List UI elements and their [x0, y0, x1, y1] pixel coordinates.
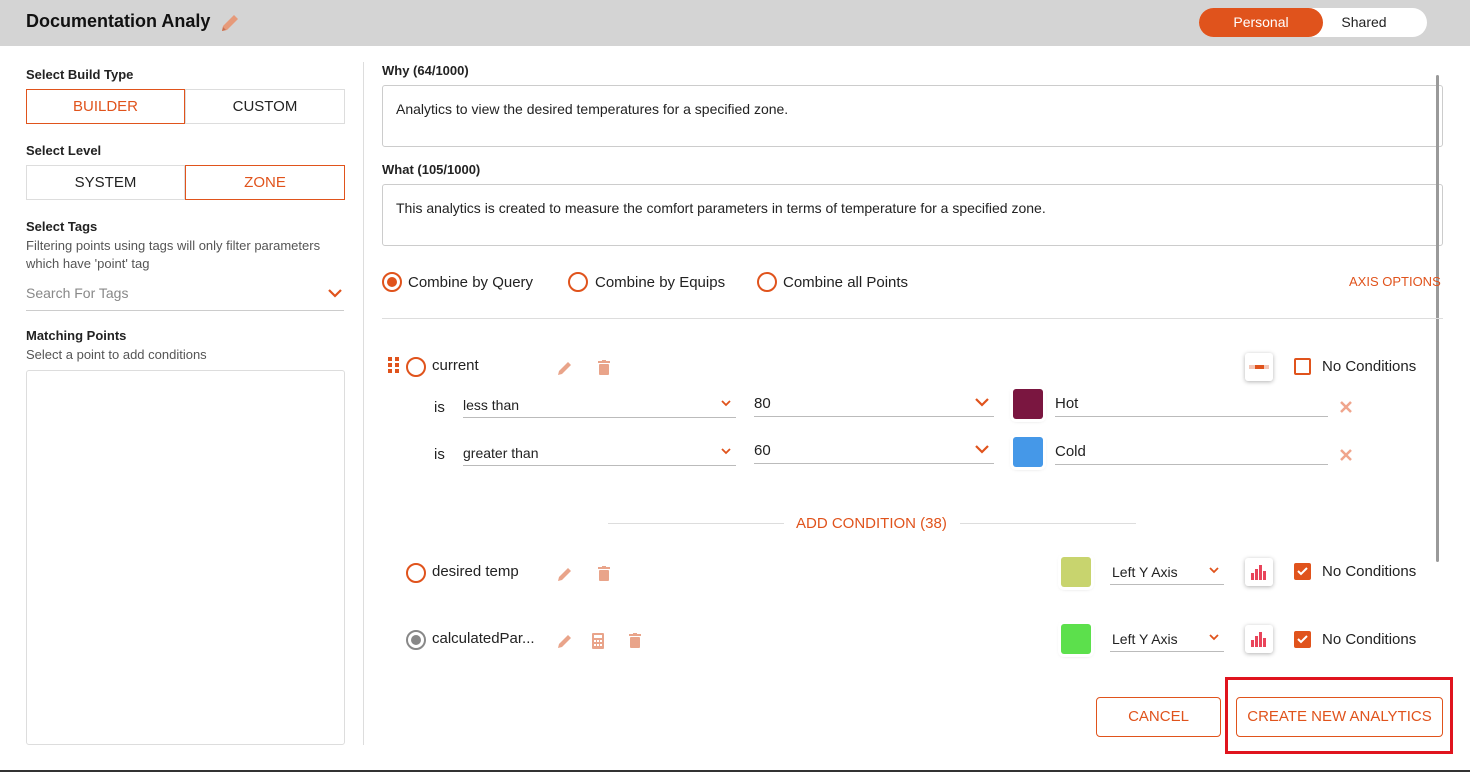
combine-query-label: Combine by Query	[408, 274, 534, 291]
combine-equips-label: Combine by Equips	[595, 274, 726, 291]
color-swatch[interactable]	[1061, 557, 1091, 587]
condition-value: 60	[754, 442, 771, 459]
axis-select[interactable]: Left Y Axis	[1110, 626, 1224, 652]
page-title: Documentation Analy	[26, 11, 211, 31]
top-bar: Documentation Analy Personal Shared	[0, 0, 1470, 46]
bar-chart-icon[interactable]	[1245, 558, 1273, 586]
color-swatch[interactable]	[1013, 389, 1043, 419]
gradient-bar-icon[interactable]	[1245, 353, 1273, 381]
chevron-down-icon	[721, 400, 731, 407]
chevron-down-icon	[1209, 567, 1219, 574]
no-conditions-checkbox[interactable]	[1294, 631, 1311, 648]
cancel-button[interactable]: CANCEL	[1096, 697, 1221, 737]
no-conditions-label: No Conditions	[1322, 563, 1417, 580]
toggle-personal[interactable]: Personal	[1199, 8, 1323, 37]
pencil-icon[interactable]	[556, 632, 574, 650]
close-icon[interactable]	[1339, 448, 1353, 462]
axis-value: Left Y Axis	[1112, 631, 1178, 647]
pencil-icon[interactable]	[556, 359, 574, 377]
tags-help: Filtering points using tags will only fi…	[26, 238, 321, 271]
operator-value: less than	[463, 397, 520, 413]
condition-label-input[interactable]: Cold	[1055, 439, 1328, 465]
highlight-box	[1225, 677, 1453, 754]
color-swatch[interactable]	[1013, 437, 1043, 467]
calculator-icon[interactable]	[589, 632, 607, 650]
matching-points-list[interactable]	[26, 370, 345, 745]
level-zone[interactable]: ZONE	[185, 165, 345, 200]
bar-chart-icon[interactable]	[1245, 625, 1273, 653]
why-textarea[interactable]: Analytics to view the desired temperatur…	[382, 85, 1443, 147]
checkmark-icon	[1297, 567, 1308, 576]
no-conditions-checkbox[interactable]	[1294, 358, 1311, 375]
chevron-down-icon	[975, 398, 989, 407]
close-icon[interactable]	[1339, 400, 1353, 414]
condition-value-input[interactable]: 60	[754, 438, 994, 464]
condition-label-value: Hot	[1055, 395, 1079, 412]
condition-is-label: is	[434, 399, 445, 416]
point-desired-temp-radio[interactable]	[406, 563, 426, 583]
color-swatch[interactable]	[1061, 624, 1091, 654]
no-conditions-label: No Conditions	[1322, 358, 1417, 375]
panel-divider	[363, 62, 364, 745]
axis-select[interactable]: Left Y Axis	[1110, 559, 1224, 585]
drag-handle-icon[interactable]	[386, 356, 402, 374]
point-name: current	[432, 357, 479, 374]
chevron-down-icon	[975, 445, 989, 454]
condition-value-input[interactable]: 80	[754, 391, 994, 417]
axis-value: Left Y Axis	[1112, 564, 1178, 580]
add-condition-button[interactable]: ADD CONDITION (38)	[796, 515, 947, 532]
checkmark-icon	[1297, 635, 1308, 644]
no-conditions-label: No Conditions	[1322, 631, 1417, 648]
combine-all-radio[interactable]	[757, 272, 777, 292]
trash-icon[interactable]	[595, 565, 613, 583]
pencil-icon[interactable]	[556, 565, 574, 583]
operator-value: greater than	[463, 445, 539, 461]
level-system[interactable]: SYSTEM	[26, 165, 185, 200]
chevron-down-icon[interactable]	[327, 287, 343, 299]
why-label: Why (64/1000)	[382, 63, 469, 78]
combine-equips-radio[interactable]	[568, 272, 588, 292]
matching-points-help: Select a point to add conditions	[26, 347, 207, 362]
operator-select[interactable]: less than	[463, 392, 736, 418]
point-name: calculatedPar...	[432, 630, 535, 647]
condition-is-label: is	[434, 446, 445, 463]
divider	[960, 523, 1136, 524]
combine-query-radio[interactable]	[382, 272, 402, 292]
what-label: What (105/1000)	[382, 162, 481, 177]
trash-icon[interactable]	[626, 632, 644, 650]
build-type-custom[interactable]: CUSTOM	[185, 89, 345, 124]
no-conditions-checkbox[interactable]	[1294, 563, 1311, 580]
combine-all-label: Combine all Points	[783, 274, 909, 291]
trash-icon[interactable]	[595, 359, 613, 377]
condition-label-value: Cold	[1055, 443, 1086, 460]
visibility-toggle: Personal Shared	[1199, 8, 1427, 37]
point-calculated-radio[interactable]	[406, 630, 426, 650]
build-type-label: Select Build Type	[26, 67, 134, 82]
chevron-down-icon	[721, 448, 731, 455]
tags-search-input[interactable]: Search For Tags	[26, 284, 344, 311]
pencil-icon[interactable]	[219, 12, 241, 34]
divider	[608, 523, 784, 524]
point-name: desired temp	[432, 563, 519, 580]
divider	[382, 318, 1443, 319]
level-label: Select Level	[26, 143, 102, 158]
matching-points-label: Matching Points	[26, 328, 127, 343]
point-current-radio[interactable]	[406, 357, 426, 377]
condition-label-input[interactable]: Hot	[1055, 391, 1328, 417]
chevron-down-icon	[1209, 634, 1219, 641]
toggle-shared[interactable]: Shared	[1323, 8, 1405, 37]
operator-select[interactable]: greater than	[463, 440, 736, 466]
build-type-builder[interactable]: BUILDER	[26, 89, 185, 124]
tags-label: Select Tags	[26, 219, 98, 234]
what-textarea[interactable]: This analytics is created to measure the…	[382, 184, 1443, 246]
condition-value: 80	[754, 395, 771, 412]
axis-options-link[interactable]: AXIS OPTIONS	[1349, 274, 1441, 289]
